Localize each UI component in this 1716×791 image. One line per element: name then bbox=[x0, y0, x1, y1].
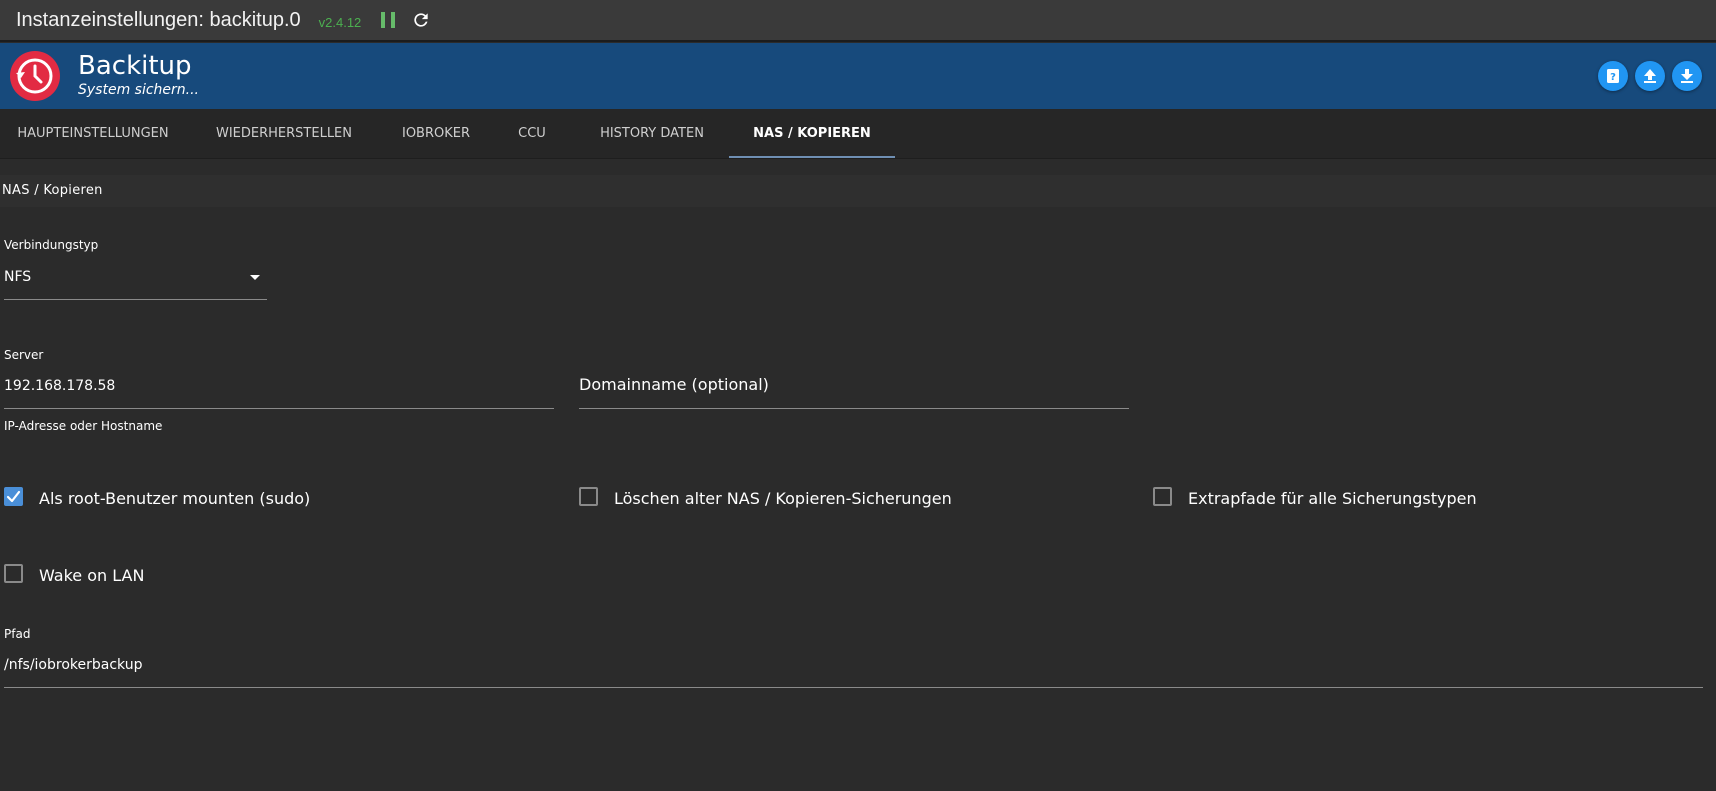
tab-wiederherstellen[interactable]: WIEDERHERSTELLEN bbox=[186, 109, 382, 159]
header-actions: ? bbox=[1586, 61, 1716, 91]
path-label: Pfad bbox=[4, 627, 31, 641]
chevron-down-icon[interactable] bbox=[250, 275, 260, 280]
header-texts: Backitup System sichern... bbox=[78, 51, 199, 99]
refresh-icon[interactable] bbox=[411, 10, 431, 30]
backitup-logo bbox=[10, 51, 60, 101]
connection-type-select[interactable]: NFS bbox=[4, 269, 31, 285]
domain-input[interactable]: Domainname (optional) bbox=[579, 375, 769, 394]
server-helper-text: IP-Adresse oder Hostname bbox=[4, 419, 163, 433]
tab-history-daten[interactable]: HISTORY DATEN bbox=[574, 109, 730, 159]
title-bar: Instanzeinstellungen: backitup.0 v2.4.12 bbox=[0, 0, 1716, 42]
adapter-subtitle: System sichern... bbox=[78, 82, 200, 98]
connection-type-underline bbox=[4, 299, 267, 300]
domain-underline bbox=[579, 408, 1129, 409]
pause-icon[interactable] bbox=[381, 12, 396, 28]
help-icon: ? bbox=[1607, 69, 1619, 83]
download-button[interactable] bbox=[1672, 61, 1702, 91]
tab-haupteinstellungen[interactable]: HAUPTEINSTELLUNGEN bbox=[0, 109, 186, 159]
instance-settings-title: Instanzeinstellungen: backitup.0 bbox=[16, 8, 301, 31]
server-label: Server bbox=[4, 348, 44, 362]
delete-old-label[interactable]: Löschen alter NAS / Kopieren-Sicherungen bbox=[614, 489, 952, 508]
upload-icon bbox=[1644, 69, 1656, 83]
tab-ccu[interactable]: CCU bbox=[490, 109, 574, 159]
server-underline bbox=[4, 408, 554, 409]
adapter-title: Backitup bbox=[78, 51, 192, 81]
download-icon bbox=[1681, 69, 1693, 83]
settings-tabs: HAUPTEINSTELLUNGEN WIEDERHERSTELLEN IOBR… bbox=[0, 109, 1716, 159]
help-button[interactable]: ? bbox=[1598, 61, 1628, 91]
path-input[interactable]: /nfs/iobrokerbackup bbox=[4, 657, 142, 673]
wake-on-lan-label[interactable]: Wake on LAN bbox=[39, 566, 144, 585]
svg-text:?: ? bbox=[1610, 72, 1616, 83]
extra-paths-label[interactable]: Extrapfade für alle Sicherungstypen bbox=[1188, 489, 1477, 508]
delete-old-checkbox[interactable] bbox=[579, 487, 598, 506]
upload-button[interactable] bbox=[1635, 61, 1665, 91]
section-title: NAS / Kopieren bbox=[0, 175, 1716, 207]
path-underline bbox=[4, 687, 1703, 688]
tab-nas-kopieren[interactable]: NAS / KOPIEREN bbox=[729, 109, 895, 159]
checkmark-icon bbox=[6, 490, 21, 503]
extra-paths-checkbox[interactable] bbox=[1153, 487, 1172, 506]
version-label: v2.4.12 bbox=[318, 14, 362, 30]
wake-on-lan-checkbox[interactable] bbox=[4, 564, 23, 583]
connection-type-label: Verbindungstyp bbox=[4, 238, 99, 252]
adapter-header: Backitup System sichern... ? bbox=[0, 43, 1716, 109]
server-input[interactable]: 192.168.178.58 bbox=[4, 378, 115, 394]
active-tab-indicator bbox=[729, 156, 895, 158]
tab-iobroker[interactable]: IOBROKER bbox=[382, 109, 490, 159]
sudo-checkbox[interactable] bbox=[4, 487, 23, 506]
sudo-label[interactable]: Als root-Benutzer mounten (sudo) bbox=[39, 489, 310, 508]
